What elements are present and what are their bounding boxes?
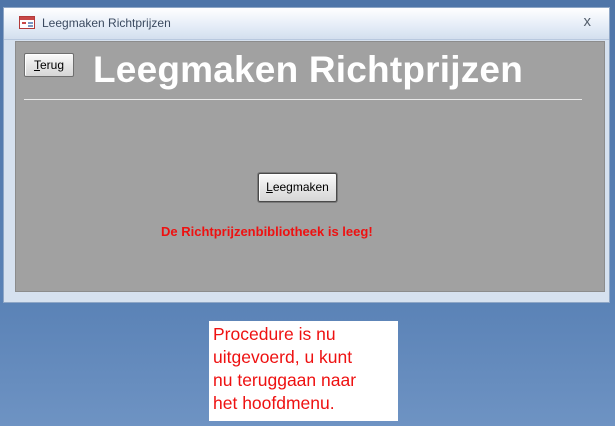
page-title: Leegmaken Richtprijzen (93, 49, 524, 90)
clear-button-label: eegmaken (272, 180, 329, 194)
access-form-icon (19, 16, 35, 29)
window-title: Leegmaken Richtprijzen (42, 16, 171, 30)
clear-button[interactable]: Leegmaken (258, 173, 337, 202)
back-button-label: erug (39, 58, 65, 72)
annotation-callout: Procedure is nu uitgevoerd, u kunt nu te… (209, 321, 398, 421)
title-bar[interactable]: Leegmaken Richtprijzen x (4, 8, 609, 40)
clear-button-accelerator: L (266, 180, 273, 194)
form-window: Leegmaken Richtprijzen x Terug Leegmaken… (3, 7, 610, 303)
form-body: Terug Leegmaken Richtprijzen Leegmaken D… (15, 41, 605, 292)
close-icon[interactable]: x (584, 13, 592, 30)
header-divider (24, 99, 582, 100)
status-message: De Richtprijzenbibliotheek is leeg! (161, 224, 373, 239)
callout-line: Procedure is nu (213, 324, 336, 344)
back-button[interactable]: Terug (24, 53, 74, 77)
callout-line: uitgevoerd, u kunt (213, 347, 353, 367)
callout-line: nu teruggaan naar (213, 370, 357, 390)
callout-line: het hoofdmenu. (213, 393, 335, 413)
